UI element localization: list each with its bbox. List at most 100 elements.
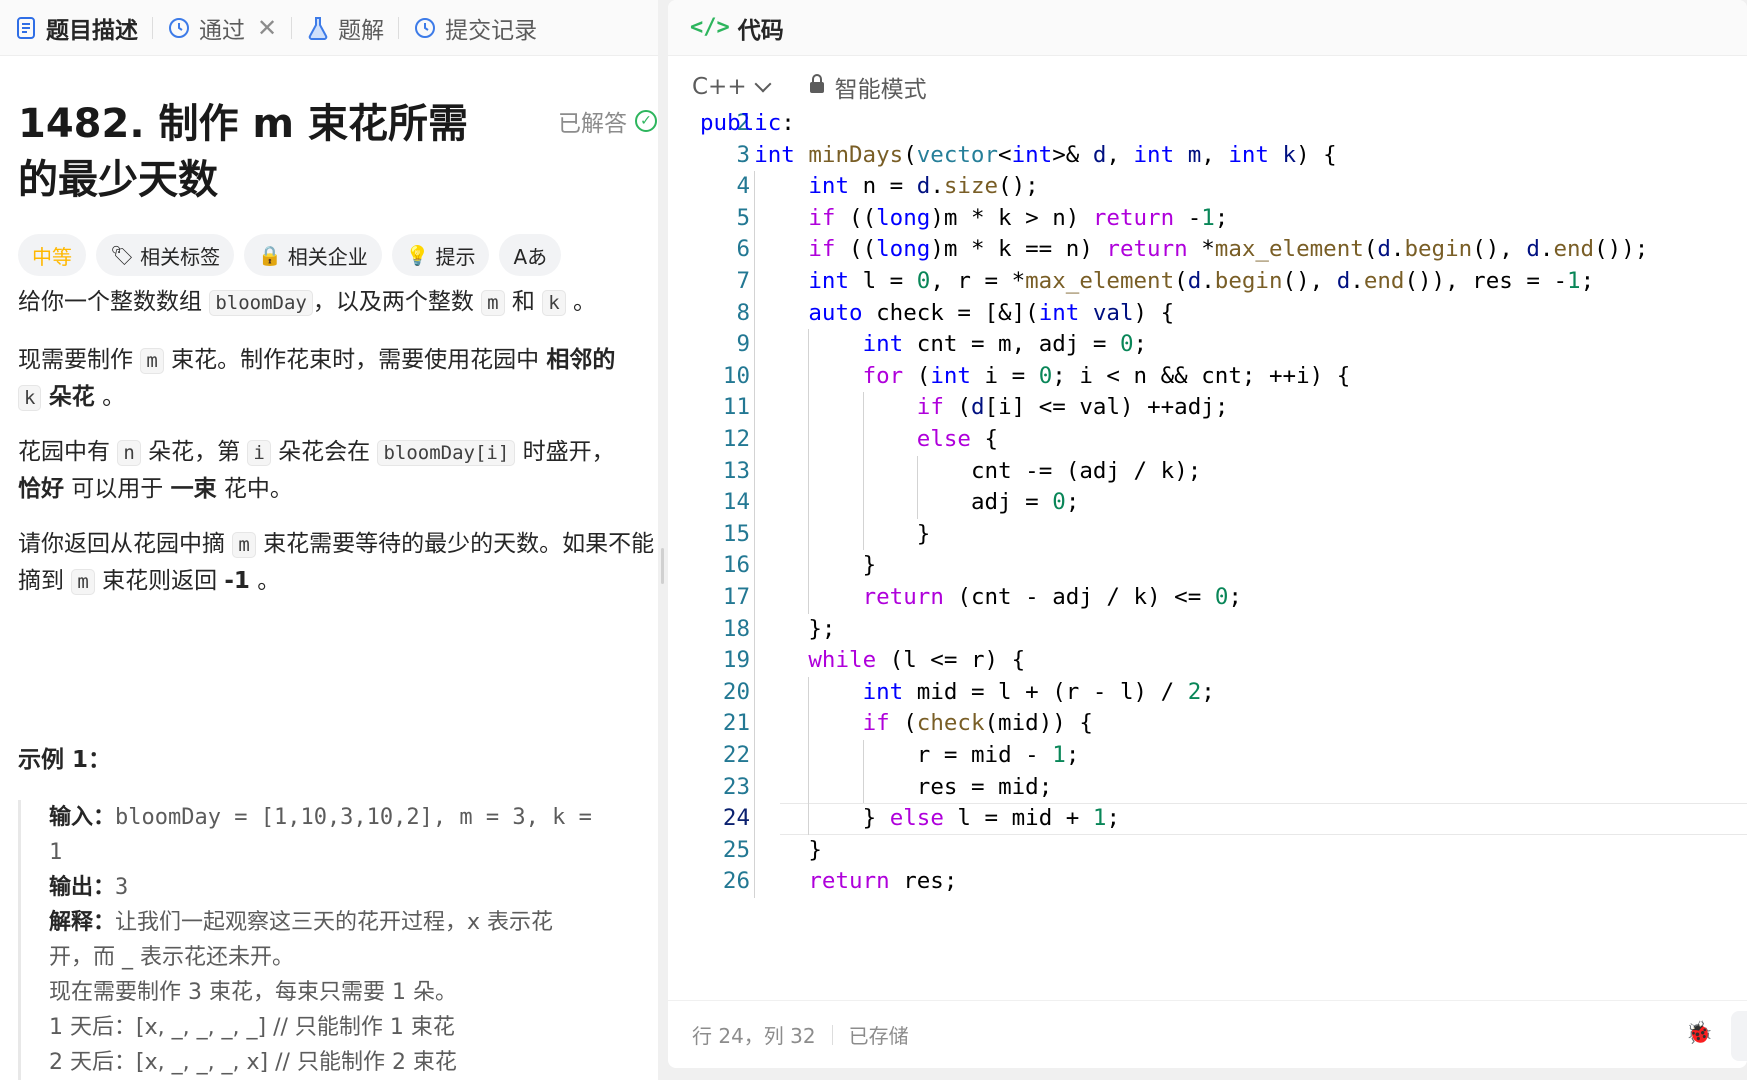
code-line[interactable]: 7 int l = 0, r = *max_element(d.begin(), … bbox=[668, 266, 1747, 298]
code-line[interactable]: 19 while (l <= r) { bbox=[668, 645, 1747, 677]
description-paragraph-1: 给你一个整数数组 bloomDay ，以及两个整数 m 和 k 。 bbox=[18, 284, 658, 321]
related-companies-button[interactable]: 🔒 相关企业 bbox=[244, 234, 382, 276]
description-paragraph-4: 请你返回从花园中摘 m 束花需要等待的最少的天数。如果不能摘到 m 束花则返回 … bbox=[18, 526, 658, 600]
tab-solutions[interactable]: 题解 bbox=[306, 0, 384, 56]
indent-guide bbox=[808, 518, 810, 551]
lock-icon bbox=[809, 74, 825, 100]
language-select[interactable]: C++ bbox=[692, 74, 772, 100]
text: 花园中有 bbox=[18, 439, 118, 465]
close-icon[interactable]: ✕ bbox=[257, 14, 277, 42]
line-number: 25 bbox=[722, 836, 750, 863]
bold-text: 恰好 bbox=[18, 476, 64, 502]
code-line[interactable]: 8 auto check = [&](int val) { bbox=[668, 297, 1747, 330]
indent-guide bbox=[808, 424, 810, 456]
explain-text: 让我们一起观察这三天的花开过程，x 表示花 bbox=[115, 910, 554, 935]
code-text: else { bbox=[916, 426, 999, 452]
inline-code: k bbox=[18, 385, 42, 411]
tab-code[interactable]: </> 代码 bbox=[690, 11, 784, 45]
line-number: 4 bbox=[736, 173, 750, 200]
text: 花中。 bbox=[216, 476, 293, 502]
status-divider bbox=[831, 1024, 833, 1045]
code-line[interactable]: 6 if ((long)m * k == n) return *max_eleme… bbox=[668, 234, 1747, 266]
indent-guide bbox=[754, 266, 756, 298]
tab-accepted[interactable]: 通过 ✕ bbox=[167, 0, 277, 56]
code-text: } bbox=[862, 552, 877, 579]
code-line[interactable]: 16} bbox=[668, 550, 1747, 582]
code-line[interactable]: 3 int minDays(vector<int>& d, int m, int … bbox=[668, 140, 1747, 172]
code-line[interactable]: 23 res = mid; bbox=[668, 771, 1747, 804]
code-line[interactable]: 20 int mid = l + (r - l) / 2; bbox=[668, 676, 1747, 709]
code-text: return res; bbox=[808, 868, 958, 895]
side-button[interactable] bbox=[1731, 1011, 1747, 1061]
code-line[interactable]: 24} else l = mid + 1; bbox=[668, 803, 1747, 835]
description-paragraph-2: 现需要制作 m 束花。制作花束时，需要使用花园中 相邻的 k 朵花 。 bbox=[18, 342, 658, 416]
line-number: 8 bbox=[736, 299, 750, 326]
indent-guide bbox=[808, 487, 810, 519]
indent-guide bbox=[808, 550, 810, 582]
line-number: 22 bbox=[722, 742, 750, 768]
code-text: } bbox=[916, 520, 931, 547]
code-line[interactable]: 2 public: bbox=[668, 110, 1747, 140]
code-line[interactable]: 12 else { bbox=[668, 424, 1747, 456]
text: 束花。制作花束时，需要使用花园中 bbox=[163, 347, 547, 373]
code-line[interactable]: 10 for (int i = 0; i < n && cnt; ++i) { bbox=[668, 360, 1747, 393]
input-value: bloomDay = [1,10,3,10,2], m = 3, k = bbox=[115, 805, 592, 830]
lock-icon: 🔒 bbox=[258, 244, 282, 267]
indent-guide bbox=[754, 613, 756, 646]
code-text: } else l = mid + 1; bbox=[862, 805, 1120, 832]
code-text: int n = d.size(); bbox=[808, 173, 1039, 200]
debug-locked-icon[interactable]: 🐞 bbox=[1686, 1021, 1713, 1046]
code-line[interactable]: 15} bbox=[668, 518, 1747, 551]
inline-code: bloomDay bbox=[209, 290, 313, 316]
indent-guide bbox=[808, 771, 810, 804]
code-text: if ((long)m * k > n) return -1; bbox=[808, 204, 1229, 231]
related-tags-button[interactable]: 🏷 相关标签 bbox=[96, 234, 235, 276]
code-line[interactable]: 9 int cnt = m, adj = 0; bbox=[668, 329, 1747, 361]
resize-grip[interactable] bbox=[661, 548, 664, 584]
indent-guide bbox=[754, 171, 756, 203]
code-line[interactable]: 14 adj = 0; bbox=[668, 487, 1747, 519]
tab-submissions[interactable]: 提交记录 bbox=[413, 0, 537, 56]
code-text: int l = 0, r = *max_element(d.begin(), d… bbox=[808, 268, 1595, 294]
code-line[interactable]: 18}; bbox=[668, 613, 1747, 646]
line-number: 16 bbox=[722, 552, 750, 579]
text: 请你返回从花园中摘 bbox=[18, 531, 233, 557]
code-line[interactable]: 21 if (check(mid)) { bbox=[668, 708, 1747, 740]
code-text: int minDays(vector<int>& d, int m, int k… bbox=[754, 141, 1337, 168]
problem-tabbar: 题目描述 通过 ✕ 题解 提交记录 bbox=[0, 0, 658, 56]
code-line[interactable]: 22 r = mid - 1; bbox=[668, 740, 1747, 772]
history-icon bbox=[167, 16, 191, 40]
code-text: r = mid - 1; bbox=[916, 742, 1080, 768]
code-line[interactable]: 4 int n = d.size(); bbox=[668, 171, 1747, 203]
tab-description[interactable]: 题目描述 bbox=[14, 0, 138, 56]
indent-guide bbox=[916, 455, 918, 488]
inline-code: m bbox=[481, 290, 505, 316]
indent-guide bbox=[862, 487, 864, 519]
code-line[interactable]: 13 cnt -= (adj / k); bbox=[668, 455, 1747, 488]
save-status: 已存储 bbox=[848, 1024, 909, 1048]
output-label: 输出： bbox=[49, 875, 116, 900]
hint-button[interactable]: 💡 提示 bbox=[391, 234, 490, 276]
code-line[interactable]: 11 if (d[i] <= val) ++adj; bbox=[668, 392, 1747, 424]
inline-code: n bbox=[117, 440, 141, 466]
text: ，以及两个整数 bbox=[312, 289, 482, 315]
line-number: 13 bbox=[722, 457, 750, 484]
indent-guide bbox=[754, 740, 756, 772]
code-line[interactable]: 5 if ((long)m * k > n) return -1; bbox=[668, 202, 1747, 235]
code-line[interactable]: 25} bbox=[668, 834, 1747, 867]
translate-button[interactable]: Aあ bbox=[499, 234, 562, 276]
text: 朵花，第 bbox=[140, 439, 248, 465]
smart-mode-toggle[interactable]: 智能模式 bbox=[809, 70, 927, 104]
code-text: } bbox=[808, 836, 822, 863]
code-line[interactable]: 17 return (cnt - adj / k) <= 0; bbox=[668, 582, 1747, 614]
code-text: cnt -= (adj / k); bbox=[971, 457, 1202, 484]
code-line[interactable]: 26 return res; bbox=[668, 866, 1747, 898]
text: 束花则返回 bbox=[94, 568, 225, 594]
panel-resizer[interactable] bbox=[658, 0, 668, 1080]
code-text: auto check = [&](int val) { bbox=[808, 299, 1175, 326]
code-editor[interactable]: 2 public: 3 int minDays(vector<int>& d, int… bbox=[668, 110, 1747, 985]
indent-guide bbox=[862, 455, 864, 488]
indent-guide bbox=[754, 518, 756, 551]
indent-guide bbox=[808, 676, 810, 709]
example-block: 输入：bloomDay = [1,10,3,10,2], m = 3, k = … bbox=[18, 800, 658, 1080]
